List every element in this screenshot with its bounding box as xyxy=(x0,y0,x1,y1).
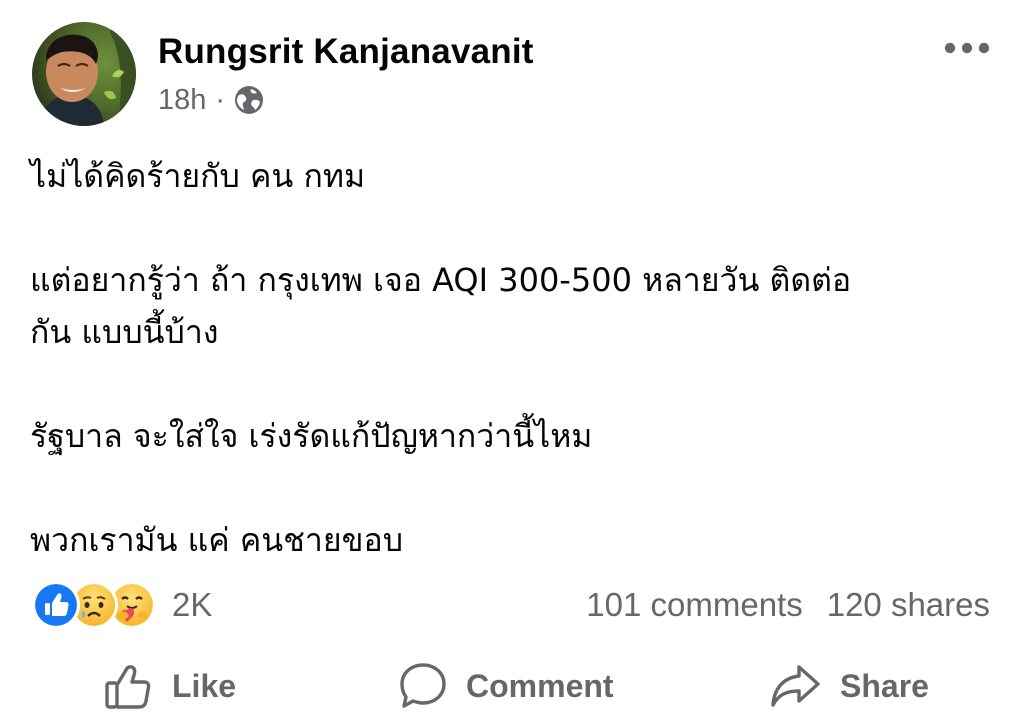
comment-bubble-icon xyxy=(400,663,446,708)
comment-button[interactable]: Comment xyxy=(398,658,614,714)
share-button[interactable]: Share xyxy=(770,658,929,714)
comment-label: Comment xyxy=(466,667,614,704)
author-avatar[interactable] xyxy=(32,22,136,126)
more-options-button[interactable] xyxy=(936,30,998,66)
post-line: ไม่ได้คิดร้ายกับ คน กทม xyxy=(30,157,366,195)
reaction-count: 2K xyxy=(172,586,213,623)
post-line: พวกเรามัน แค่ คนชายขอบ xyxy=(30,521,403,559)
post-line: กัน แบบนี้บ้าง xyxy=(30,313,219,351)
share-arrow-icon xyxy=(771,665,820,707)
like-reaction-icon xyxy=(32,581,80,629)
post-text: ไม่ได้คิดร้ายกับ คน กทม แต่อยากรู้ว่า ถ้… xyxy=(30,150,998,566)
shares-count[interactable]: 120 shares xyxy=(827,586,990,624)
thumbs-up-icon xyxy=(105,665,151,709)
avatar-photo xyxy=(32,22,136,126)
post-line: แต่อยากรู้ว่า ถ้า กรุงเทพ เจอ AQI 300-50… xyxy=(30,261,852,299)
globe-icon xyxy=(235,86,264,114)
post-line: รัฐบาล จะใส่ใจ เร่งรัดแก้ปัญหากว่านี้ไหม xyxy=(30,417,593,455)
reactions-summary[interactable]: 2K xyxy=(32,581,213,629)
engagement-stats: 101 comments 120 shares xyxy=(586,583,990,627)
author-name[interactable]: Rungsrit Kanjanavanit xyxy=(158,32,534,72)
like-button[interactable]: Like xyxy=(104,658,236,714)
like-label: Like xyxy=(172,667,237,704)
more-options-icon xyxy=(944,42,990,54)
comments-count[interactable]: 101 comments xyxy=(586,586,802,624)
share-label: Share xyxy=(840,667,929,704)
post-meta: 18h · xyxy=(158,82,265,118)
post-time[interactable]: 18h xyxy=(158,84,206,117)
action-bar: Like Comment Share xyxy=(0,648,1024,724)
meta-separator: · xyxy=(215,83,226,116)
